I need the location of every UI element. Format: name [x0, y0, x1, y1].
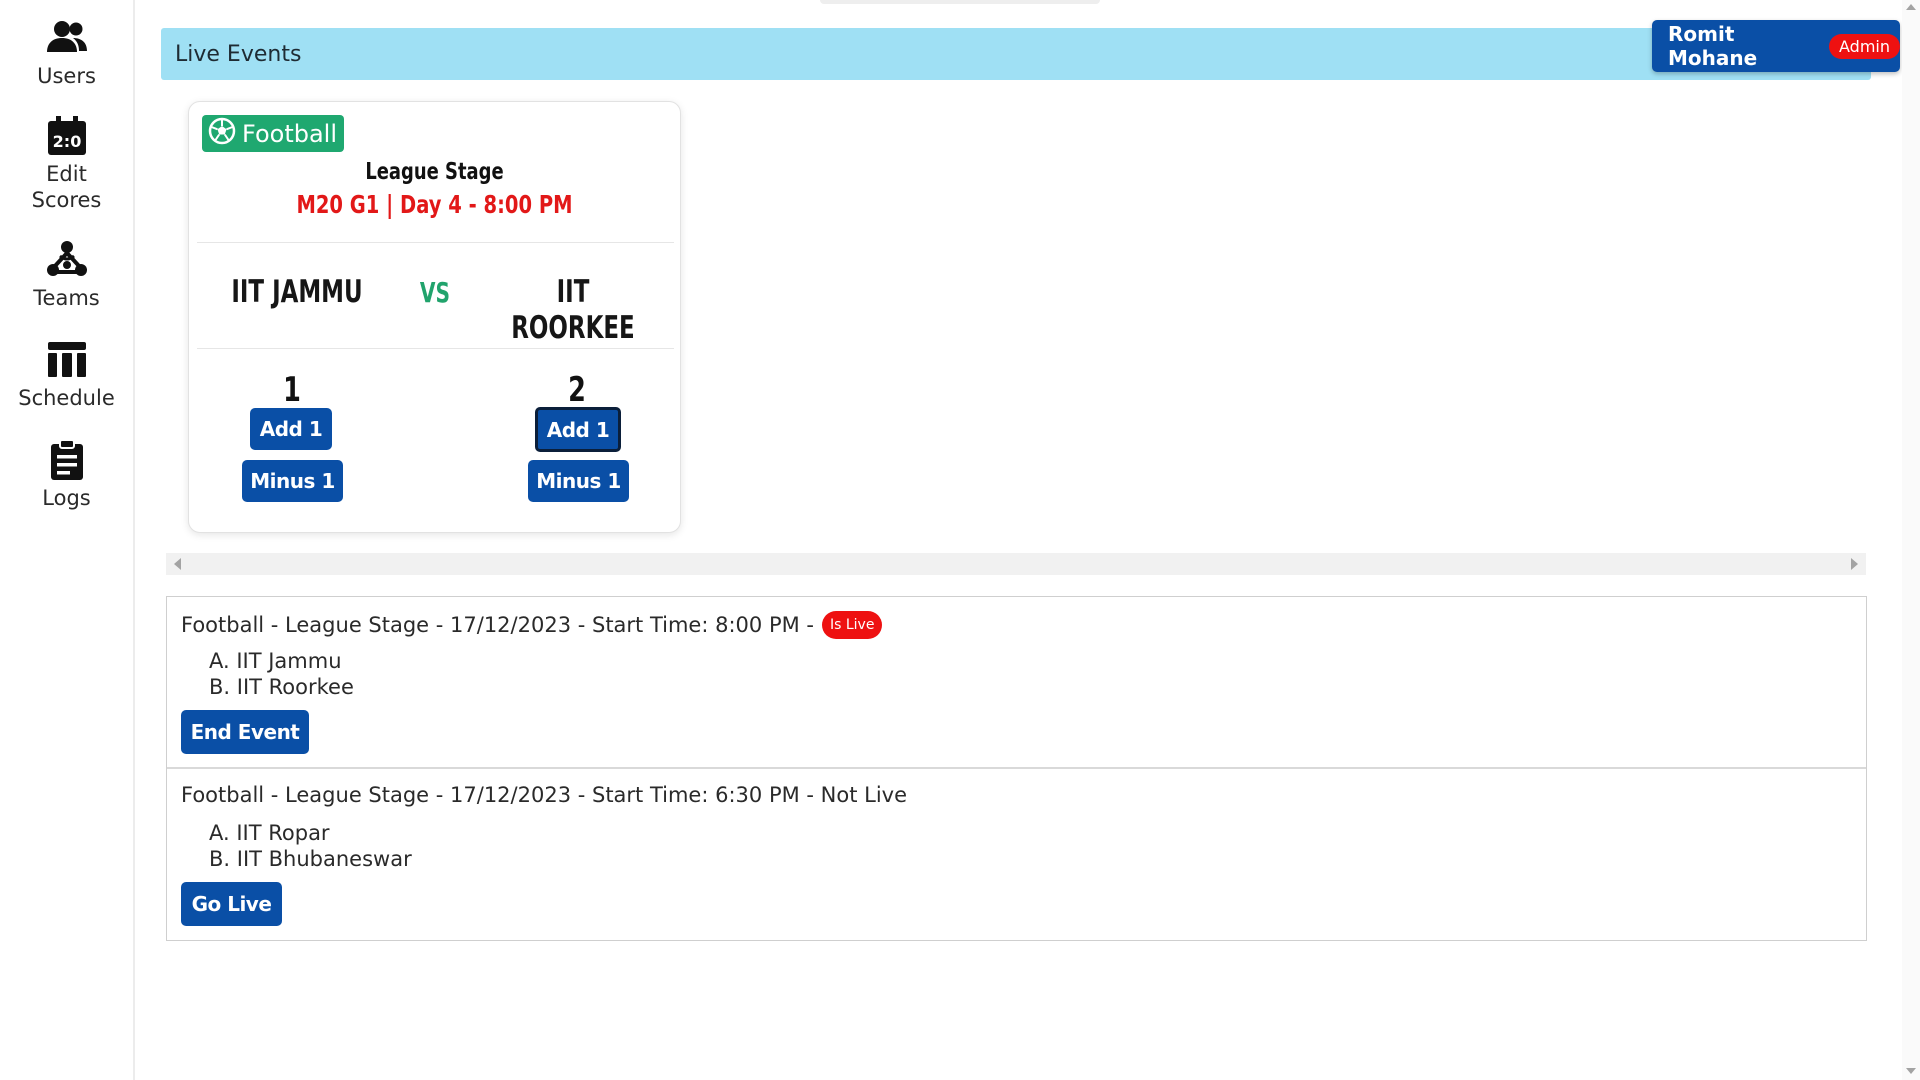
clipboard-icon	[45, 438, 89, 482]
sidebar: Users 2:0 Edit Scores Teams Schedule Log…	[0, 0, 135, 1080]
scroll-up-icon[interactable]	[1906, 4, 1916, 10]
sidebar-item-logs[interactable]: Logs	[0, 438, 133, 511]
users-icon	[45, 16, 89, 60]
role-badge: Admin	[1829, 33, 1900, 59]
team-b-minus-button[interactable]: Minus 1	[528, 460, 629, 502]
team-b-score: 2	[568, 370, 586, 410]
sidebar-item-label: Edit Scores	[31, 162, 102, 212]
svg-text:2:0: 2:0	[52, 132, 81, 151]
event-team-b: B. IIT Bhubaneswar	[209, 847, 412, 871]
event-team-a: A. IIT Jammu	[209, 649, 342, 673]
go-live-button[interactable]: Go Live	[181, 882, 282, 926]
card-divider	[197, 242, 674, 243]
event-title-text: Football - League Stage - 17/12/2023 - S…	[181, 613, 814, 637]
team-b-name: IIT ROORKEE	[511, 274, 635, 346]
user-menu-button[interactable]: Romit Mohane Admin	[1652, 20, 1900, 72]
scroll-right-icon[interactable]	[1851, 558, 1858, 570]
top-notch	[820, 0, 1100, 4]
event-team-a: A. IIT Ropar	[209, 821, 330, 845]
live-event-card: Football League Stage M20 G1 | Day 4 - 8…	[188, 101, 681, 533]
vs-label: VS	[419, 276, 451, 309]
sidebar-item-label: Users	[37, 64, 96, 88]
team-a-name: IIT JAMMU	[231, 274, 363, 310]
team-a-score: 1	[283, 370, 301, 410]
sidebar-item-label: Logs	[42, 486, 91, 510]
page-header: Live Events	[161, 28, 1871, 80]
sidebar-item-label: Teams	[33, 286, 100, 310]
teams-icon	[45, 238, 89, 282]
user-name: Romit Mohane	[1668, 22, 1758, 70]
sidebar-item-label: Schedule	[18, 386, 115, 410]
list-item: Football - League Stage - 17/12/2023 - S…	[167, 597, 1866, 769]
sport-name: Football	[242, 119, 338, 148]
event-team-b: B. IIT Roorkee	[209, 675, 354, 699]
schedule-icon	[45, 338, 89, 382]
event-title-text: Football - League Stage - 17/12/2023 - S…	[181, 783, 907, 807]
event-title: Football - League Stage - 17/12/2023 - S…	[181, 611, 883, 639]
event-list: Football - League Stage - 17/12/2023 - S…	[166, 596, 1867, 941]
scroll-left-icon[interactable]	[174, 558, 181, 570]
list-item: Football - League Stage - 17/12/2023 - S…	[167, 769, 1866, 940]
sidebar-item-teams[interactable]: Teams	[0, 238, 133, 311]
sidebar-item-users[interactable]: Users	[0, 16, 133, 89]
horizontal-scrollbar[interactable]	[166, 553, 1866, 575]
event-title: Football - League Stage - 17/12/2023 - S…	[181, 783, 907, 807]
vertical-scrollbar[interactable]	[1902, 0, 1920, 1080]
sidebar-item-schedule[interactable]: Schedule	[0, 338, 133, 411]
stage-label: League Stage	[365, 159, 504, 185]
live-status-badge: Is Live	[821, 611, 883, 639]
sport-badge: Football	[202, 115, 345, 152]
card-divider	[197, 348, 674, 349]
end-event-button[interactable]: End Event	[181, 710, 309, 754]
sidebar-item-edit-scores[interactable]: 2:0 Edit Scores	[0, 114, 133, 213]
team-b-add-button[interactable]: Add 1	[535, 407, 621, 452]
team-a-minus-button[interactable]: Minus 1	[242, 460, 343, 502]
page-title: Live Events	[175, 41, 302, 67]
match-info: M20 G1 | Day 4 - 8:00 PM	[296, 190, 573, 219]
team-a-add-button[interactable]: Add 1	[250, 408, 332, 450]
scoreboard-icon: 2:0	[45, 114, 89, 158]
scroll-down-icon[interactable]	[1906, 1068, 1916, 1074]
football-icon	[207, 116, 242, 152]
